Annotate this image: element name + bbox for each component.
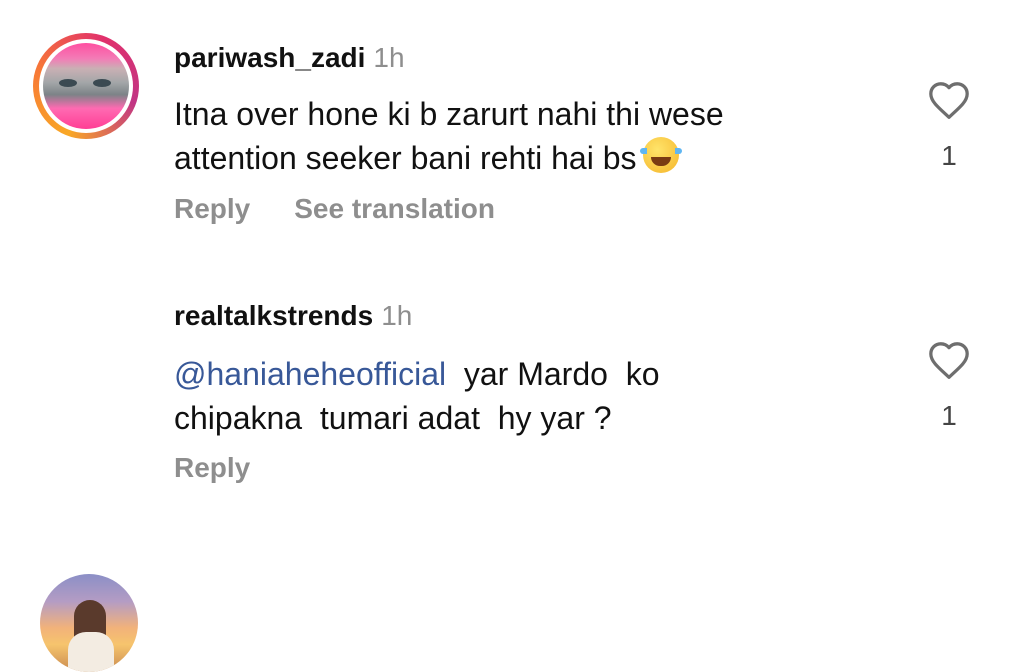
- username-link[interactable]: pariwash_zadi: [174, 42, 365, 73]
- avatar[interactable]: [40, 574, 138, 672]
- comment-text-line1: yar Mardo ko: [446, 356, 660, 392]
- timestamp: 1h: [381, 300, 413, 331]
- avatar-image: [43, 43, 129, 129]
- like-control: 1: [924, 340, 974, 432]
- reply-button[interactable]: Reply: [174, 193, 250, 225]
- comment-actions: Reply See translation: [174, 193, 495, 225]
- heart-icon[interactable]: [927, 340, 971, 380]
- comment-header: realtalkstrends 1h: [174, 300, 412, 332]
- avatar-eye-right: [93, 79, 111, 87]
- comment-text-line2: chipakna tumari adat hy yar ?: [174, 400, 612, 436]
- avatar[interactable]: [33, 33, 139, 139]
- heart-icon[interactable]: [927, 80, 971, 120]
- reply-button[interactable]: Reply: [174, 452, 250, 484]
- mention-link[interactable]: @haniaheheofficial: [174, 356, 446, 392]
- laughing-tears-emoji-icon: [639, 137, 682, 173]
- like-count[interactable]: 1: [924, 140, 974, 172]
- comment-text: Itna over hone ki b zarurt nahi thi wese…: [174, 92, 724, 180]
- timestamp: 1h: [373, 42, 405, 73]
- avatar-figure-body: [68, 632, 114, 672]
- like-count[interactable]: 1: [924, 400, 974, 432]
- avatar-eye-left: [59, 79, 77, 87]
- like-control: 1: [924, 80, 974, 172]
- see-translation-button[interactable]: See translation: [294, 193, 495, 225]
- comment-text-line2: attention seeker bani rehti hai bs: [174, 140, 637, 176]
- comment-header: pariwash_zadi 1h: [174, 42, 405, 74]
- comment-actions: Reply: [174, 452, 250, 484]
- username-link[interactable]: realtalkstrends: [174, 300, 373, 331]
- comment-text: @haniaheheofficial yar Mardo ko chipakna…: [174, 352, 660, 440]
- comment-text-line1: Itna over hone ki b zarurt nahi thi wese: [174, 96, 724, 132]
